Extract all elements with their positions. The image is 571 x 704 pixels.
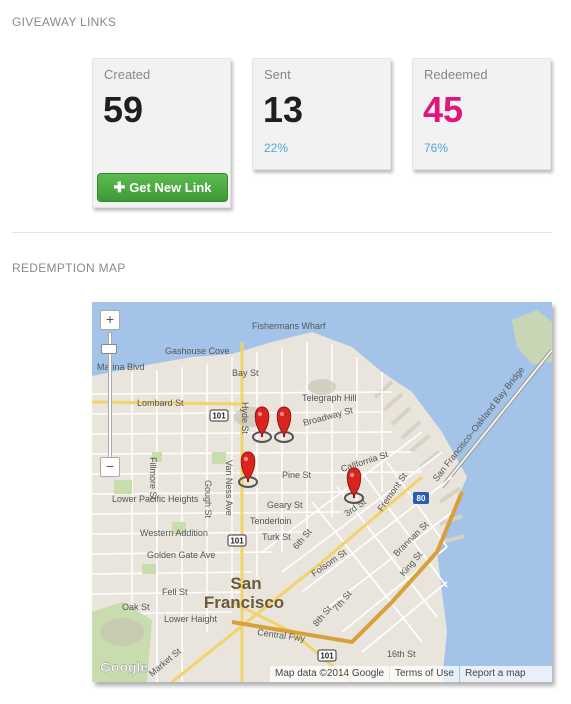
- get-new-link-button[interactable]: ✚ Get New Link: [97, 173, 228, 202]
- map-label: Fishermans Wharf: [252, 321, 326, 331]
- section-divider: [12, 232, 552, 233]
- map-label: Lombard St: [137, 398, 184, 408]
- map-label: Gough St: [203, 480, 213, 519]
- map-label: Turk St: [262, 532, 291, 542]
- redeemed-value: 45: [423, 89, 464, 130]
- map-label: 16th St: [387, 649, 416, 659]
- map-label: Hyde St: [240, 402, 250, 435]
- map-label: Western Addition: [140, 528, 208, 538]
- map-label: Fell St: [162, 587, 188, 597]
- google-logo: Google: [100, 659, 148, 675]
- redeemed-stat-card: Redeemed 45 76%: [412, 58, 551, 170]
- map-label: Gashouse Cove: [165, 346, 230, 356]
- created-stat-card: Created 59 ✚ Get New Link: [92, 58, 231, 208]
- zoom-in-button[interactable]: +: [100, 310, 120, 330]
- report-map-error-link[interactable]: Report a map error: [460, 666, 552, 682]
- map-label: Golden Gate Ave: [147, 550, 215, 560]
- map-label: Lower Haight: [164, 614, 218, 624]
- get-new-link-label: Get New Link: [129, 180, 212, 195]
- redemption-map-heading: REDEMPTION MAP: [12, 261, 126, 275]
- redeemed-percent: 76%: [424, 141, 449, 155]
- map-label: Tenderloin: [250, 516, 292, 526]
- city-label-line1: San: [230, 574, 261, 593]
- map-canvas[interactable]: Marina Blvd Lombard St Bay St Broadway S…: [92, 302, 552, 682]
- map-label: Marina Blvd: [97, 362, 145, 372]
- map-label: Bay St: [232, 368, 259, 378]
- plus-icon: ✚: [113, 179, 126, 195]
- map-attribution: Map data ©2014 Google: [270, 666, 390, 682]
- highway-shield-label: 101: [230, 537, 244, 546]
- map-label: Telegraph Hill: [302, 393, 357, 403]
- sent-label: Sent: [264, 67, 291, 82]
- zoom-slider-handle[interactable]: [101, 344, 117, 354]
- sent-value: 13: [263, 89, 304, 130]
- terms-of-use-link[interactable]: Terms of Use: [390, 666, 459, 682]
- giveaway-links-heading: GIVEAWAY LINKS: [12, 15, 117, 29]
- sent-percent: 22%: [264, 141, 289, 155]
- redeemed-label: Redeemed: [424, 67, 488, 82]
- map-label: Geary St: [267, 500, 303, 510]
- map-label: Lower Pacific Heights: [112, 494, 199, 504]
- map-label: Oak St: [122, 602, 150, 612]
- map-label: Van Ness Ave: [224, 460, 234, 516]
- sent-stat-card: Sent 13 22%: [252, 58, 391, 170]
- highway-shield-label: 101: [212, 412, 226, 421]
- highway-shield-label: 80: [417, 494, 426, 503]
- map-label: Pine St: [282, 470, 312, 480]
- created-value: 59: [103, 89, 144, 130]
- redemption-map[interactable]: Marina Blvd Lombard St Bay St Broadway S…: [92, 302, 552, 682]
- city-label-line2: Francisco: [204, 593, 284, 612]
- zoom-out-button[interactable]: −: [100, 457, 120, 477]
- highway-shield-label: 101: [320, 652, 334, 661]
- created-label: Created: [104, 67, 151, 82]
